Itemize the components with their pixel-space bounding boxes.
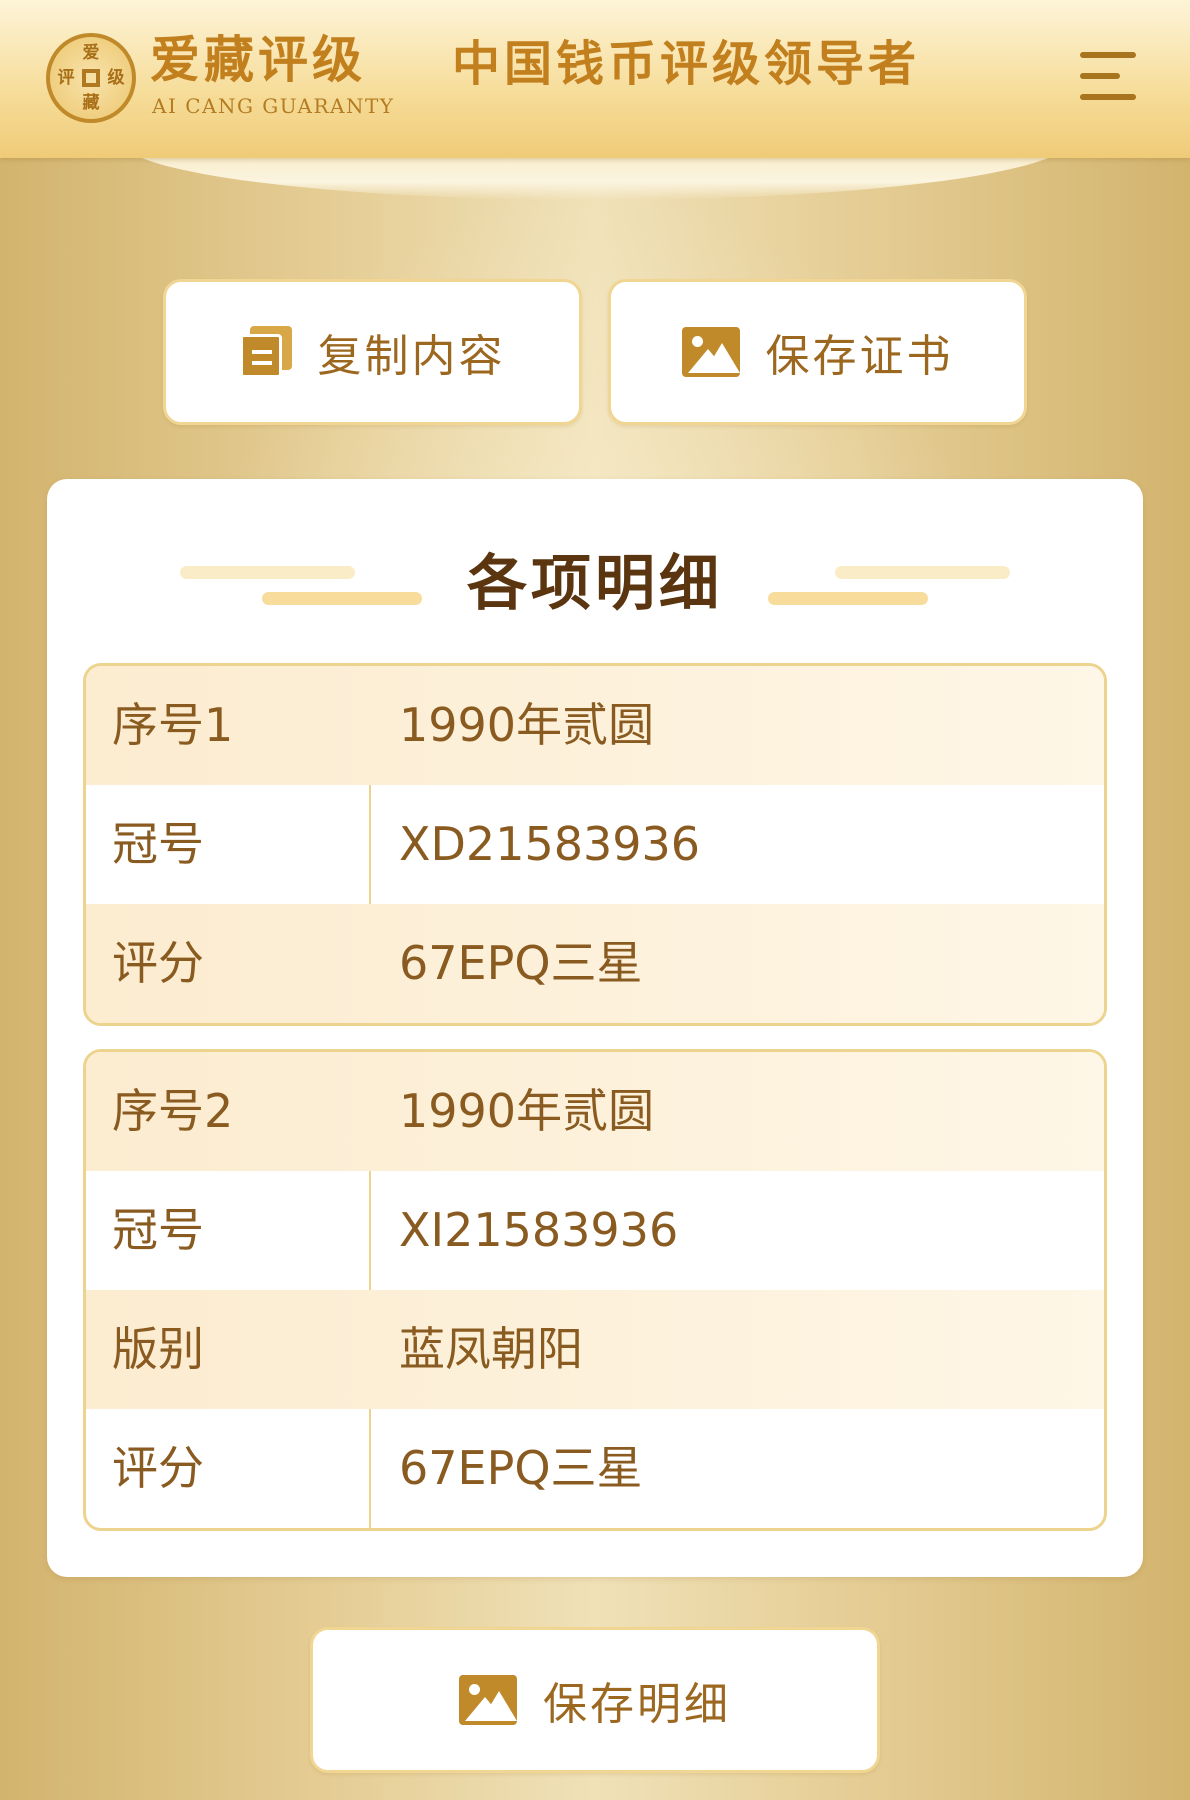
image-icon — [681, 327, 740, 377]
menu-bar-top — [1080, 52, 1136, 58]
copy-content-button[interactable]: 复制内容 — [163, 279, 582, 425]
row-label: 序号2 — [112, 1084, 234, 1138]
table-row: 冠号 XI21583936 — [86, 1171, 1104, 1290]
save-certificate-button[interactable]: 保存证书 — [608, 279, 1027, 425]
table-row: 版别 蓝凤朝阳 — [86, 1290, 1104, 1409]
header-slogan: 中国钱币评级领导者 — [452, 36, 921, 92]
save-details-button[interactable]: 保存明细 — [310, 1627, 880, 1773]
brand-logo-icon[interactable]: 爱 藏 评 级 — [46, 33, 136, 123]
details-title: 各项明细 — [467, 549, 723, 619]
copy-document-icon — [239, 326, 292, 378]
table-row: 序号1 1990年贰圆 — [86, 666, 1104, 785]
logo-square-hole — [82, 69, 100, 87]
logo-char-left: 评 — [57, 68, 75, 88]
row-value: 蓝凤朝阳 — [399, 1322, 583, 1376]
copy-content-label: 复制内容 — [317, 331, 506, 382]
menu-bar-middle — [1080, 73, 1120, 79]
logo-char-bottom: 藏 — [82, 93, 100, 113]
row-value: 1990年贰圆 — [399, 698, 655, 752]
table-row: 序号2 1990年贰圆 — [86, 1052, 1104, 1171]
row-label: 评分 — [112, 1441, 204, 1495]
row-value: 1990年贰圆 — [399, 1084, 655, 1138]
detail-table-1: 序号1 1990年贰圆 冠号 XD21583936 评分 67EPQ三星 — [83, 663, 1107, 1026]
hamburger-menu-icon[interactable] — [1072, 44, 1136, 108]
row-label: 版别 — [112, 1322, 204, 1376]
brand-name-en: AI CANG GUARANTY — [152, 94, 395, 118]
logo-char-top: 爱 — [82, 43, 100, 63]
top-header: 爱 藏 评 级 爱藏评级 AI CANG GUARANTY 中国钱币评级领导者 — [0, 0, 1190, 158]
row-label: 序号1 — [112, 698, 234, 752]
table-row: 评分 67EPQ三星 — [86, 904, 1104, 1023]
table-row: 冠号 XD21583936 — [86, 785, 1104, 904]
row-value: XI21583936 — [399, 1203, 679, 1257]
menu-bar-bottom — [1080, 94, 1136, 100]
save-details-label: 保存明细 — [543, 1679, 731, 1730]
row-label: 冠号 — [112, 1203, 204, 1257]
logo-char-right: 级 — [107, 68, 125, 88]
row-label: 评分 — [112, 936, 204, 990]
row-label: 冠号 — [112, 817, 204, 871]
brand-name-cn: 爱藏评级 — [150, 31, 366, 89]
detail-table-2: 序号2 1990年贰圆 冠号 XI21583936 版别 蓝凤朝阳 评分 67E… — [83, 1049, 1107, 1531]
save-certificate-label: 保存证书 — [765, 331, 954, 382]
row-value: 67EPQ三星 — [399, 1441, 643, 1495]
table-row: 评分 67EPQ三星 — [86, 1409, 1104, 1528]
row-value: XD21583936 — [399, 817, 701, 871]
image-icon — [459, 1675, 517, 1725]
row-value: 67EPQ三星 — [399, 936, 643, 990]
